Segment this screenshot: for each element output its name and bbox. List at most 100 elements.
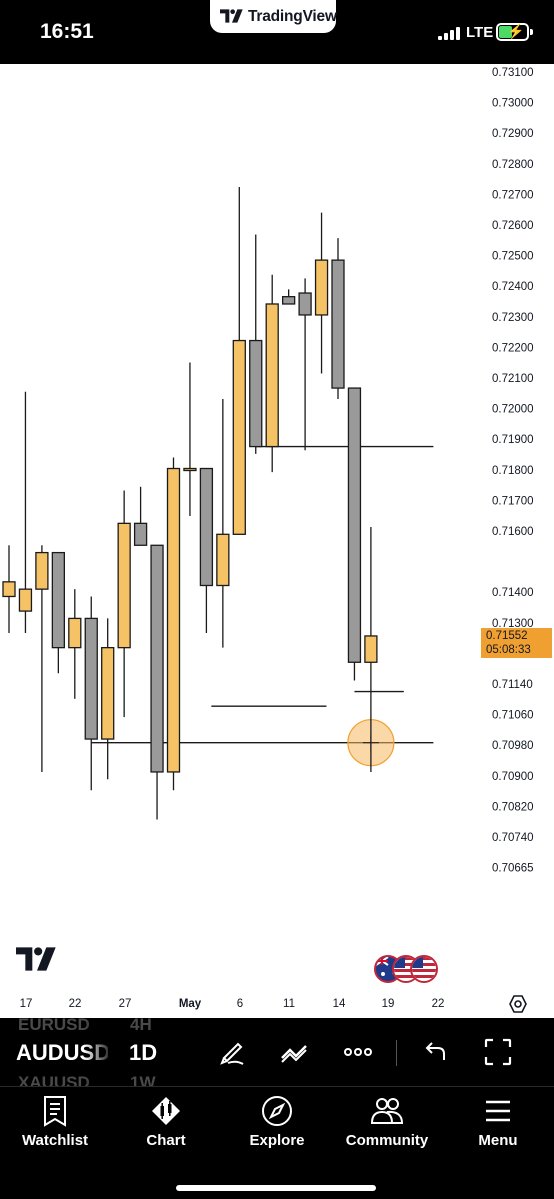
time-axis[interactable]: 17 22 27 May 6 11 14 19 22 xyxy=(0,990,554,1018)
nav-explore-label: Explore xyxy=(249,1132,305,1149)
candle-down xyxy=(199,467,214,587)
y-tick-label: 0.71800 xyxy=(492,465,534,477)
nav-watchlist-label: Watchlist xyxy=(21,1132,89,1149)
y-tick-label: 0.71140 xyxy=(492,679,533,691)
watchlist-icon xyxy=(44,1096,66,1127)
y-tick-label: 0.71400 xyxy=(492,587,534,599)
nav-community[interactable]: Community xyxy=(332,1095,442,1167)
compass-icon xyxy=(262,1096,292,1126)
undo-icon[interactable] xyxy=(418,1036,450,1068)
y-tick-label: 0.73000 xyxy=(492,98,534,110)
candle-up xyxy=(314,259,329,316)
candle-up xyxy=(68,617,82,649)
x-tick-label: May xyxy=(178,998,202,1010)
nav-chart-label: Chart xyxy=(146,1132,186,1149)
candlestick-chart[interactable]: 0.73100 0.73000 0.72900 0.72800 0.72700 0.726… xyxy=(0,64,554,990)
candle-up xyxy=(183,467,197,472)
y-tick-label: 0.72300 xyxy=(492,312,534,324)
us-flag-icon xyxy=(410,955,438,983)
fullscreen-icon[interactable] xyxy=(482,1036,514,1068)
app-screen: 16:51 TradingView LTE ⚡ 0.73100 0.73000 0.… xyxy=(0,0,554,1199)
candle-up xyxy=(166,467,181,773)
candle-down xyxy=(51,551,65,649)
symbol-fade xyxy=(84,1018,114,1086)
chart-settings-icon[interactable] xyxy=(508,994,528,1014)
battery-icon: ⚡ xyxy=(496,23,533,41)
candle-down xyxy=(150,544,164,773)
candle-down xyxy=(133,522,148,546)
toolbar-divider xyxy=(396,1040,397,1066)
y-tick-label: 0.71900 xyxy=(492,434,534,446)
adjacent-symbol-above[interactable]: EURUSD xyxy=(18,1018,90,1035)
bottom-navigation: Watchlist Chart Explore Community Menu xyxy=(0,1086,554,1199)
nav-menu[interactable]: Menu xyxy=(443,1095,553,1167)
y-tick-label: 0.72600 xyxy=(492,220,534,232)
chart-area[interactable]: 0.73100 0.73000 0.72900 0.72800 0.72700 0.726… xyxy=(0,64,554,990)
y-tick-label: 0.70820 xyxy=(492,801,534,813)
pen-icon[interactable] xyxy=(216,1036,248,1068)
candle-up xyxy=(117,522,131,649)
menu-icon xyxy=(486,1100,510,1122)
y-tick-label: 0.72500 xyxy=(492,251,534,263)
y-tick-label: 0.72400 xyxy=(492,281,534,293)
candle-down xyxy=(298,292,312,316)
brand-pill[interactable]: TradingView xyxy=(210,0,337,33)
signal-icon xyxy=(438,26,460,40)
chart-icon xyxy=(152,1097,180,1125)
candle-up xyxy=(265,303,279,448)
x-tick-label: 6 xyxy=(236,998,244,1010)
x-tick-label: 14 xyxy=(332,998,346,1010)
candle-up xyxy=(18,588,33,612)
x-tick-label: 27 xyxy=(118,998,132,1010)
candle-up xyxy=(216,533,230,587)
candle-down xyxy=(347,387,362,663)
adjacent-interval-below[interactable]: 1W xyxy=(130,1073,156,1086)
nav-community-label: Community xyxy=(345,1132,429,1149)
economic-events-flags[interactable] xyxy=(374,955,438,987)
x-tick-label: 11 xyxy=(283,998,295,1010)
y-tick-label: 0.72200 xyxy=(492,342,534,354)
candle-down xyxy=(281,296,296,305)
candle-down xyxy=(249,339,263,448)
y-tick-label: 0.72900 xyxy=(492,128,534,140)
x-tick-label: 22 xyxy=(68,998,82,1010)
brand-name: TradingView xyxy=(248,8,337,25)
nav-watchlist[interactable]: Watchlist xyxy=(0,1095,110,1167)
y-tick-label: 0.73100 xyxy=(492,67,534,79)
candle-up xyxy=(35,551,49,590)
y-tick-label: 0.70980 xyxy=(492,740,534,752)
y-tick-label: 0.70665 xyxy=(492,863,534,875)
tradingview-logo-icon xyxy=(220,9,243,23)
bar-countdown: 05:08:33 xyxy=(486,644,531,656)
candle-down xyxy=(84,617,98,740)
adjacent-interval-above[interactable]: 4H xyxy=(130,1018,152,1035)
candle-up xyxy=(364,635,378,663)
status-bar: 16:51 TradingView LTE ⚡ xyxy=(0,0,554,64)
last-price-value: 0.71552 xyxy=(486,630,528,642)
y-tick-label: 0.71600 xyxy=(492,526,534,538)
candle-up xyxy=(101,646,115,740)
trend-icon[interactable] xyxy=(278,1036,310,1068)
x-tick-label: 22 xyxy=(431,998,445,1010)
candle-up xyxy=(2,581,16,598)
last-price-tag: 0.71552 05:08:33 xyxy=(481,628,552,658)
community-icon xyxy=(370,1098,404,1124)
x-tick-label: 17 xyxy=(19,998,33,1010)
more-icon[interactable] xyxy=(342,1036,374,1068)
y-tick-label: 0.72000 xyxy=(492,404,534,416)
nav-chart[interactable]: Chart xyxy=(111,1095,221,1167)
tradingview-watermark-icon[interactable] xyxy=(16,947,58,971)
y-tick-label: 0.70900 xyxy=(492,771,534,783)
candle-down xyxy=(331,259,345,389)
y-tick-label: 0.71060 xyxy=(492,710,534,722)
nav-explore[interactable]: Explore xyxy=(222,1095,332,1167)
y-tick-label: 0.72700 xyxy=(492,189,534,201)
network-type: LTE xyxy=(466,24,494,41)
adjacent-symbol-below[interactable]: XAUUSD xyxy=(18,1073,90,1086)
home-indicator xyxy=(176,1185,376,1191)
y-tick-label: 0.72100 xyxy=(492,373,534,385)
x-tick-label: 19 xyxy=(381,998,395,1010)
status-time: 16:51 xyxy=(40,20,94,43)
y-tick-label: 0.72800 xyxy=(492,159,534,171)
interval-selector[interactable]: 1D xyxy=(129,1040,157,1066)
